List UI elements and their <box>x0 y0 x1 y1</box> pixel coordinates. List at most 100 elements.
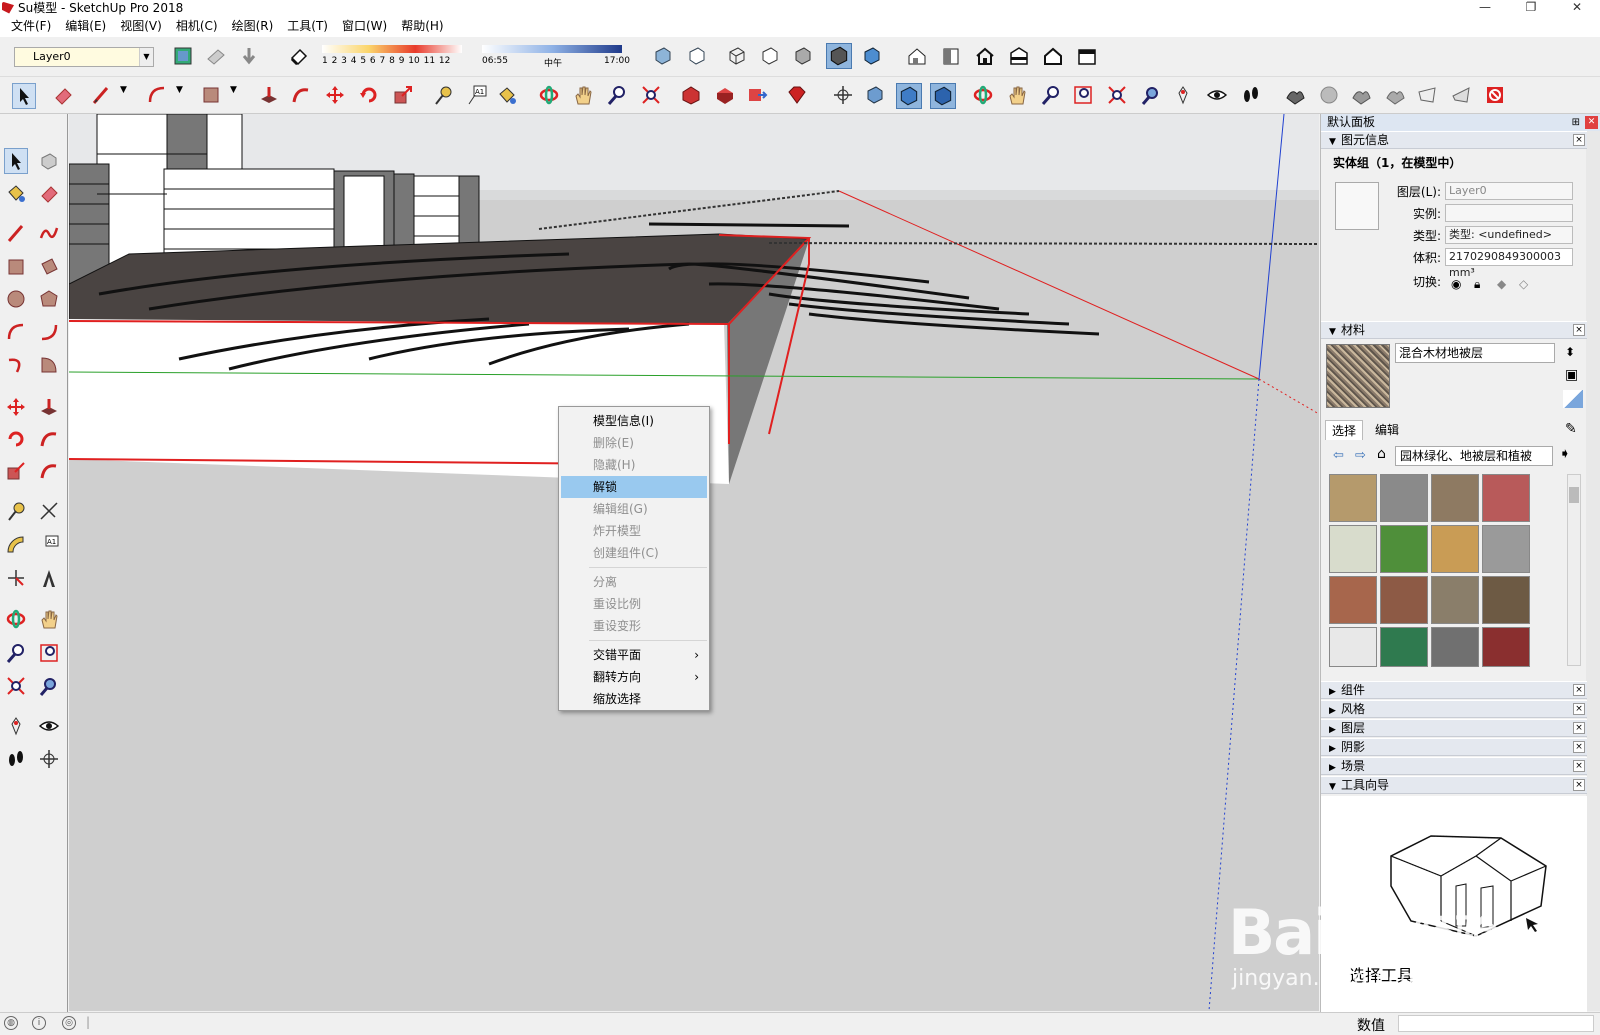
right-view-icon[interactable] <box>1008 45 1030 67</box>
rectangle-tool-icon[interactable] <box>200 84 222 106</box>
orbit-left-icon[interactable] <box>5 608 27 630</box>
move-tool-icon[interactable] <box>324 84 346 106</box>
restore-button[interactable]: ❐ <box>1508 0 1554 15</box>
close-icon[interactable]: ✕ <box>1585 116 1598 129</box>
select-tool-icon[interactable] <box>12 83 36 109</box>
zoom-window-left-icon[interactable] <box>38 642 60 664</box>
chevron-down-icon[interactable]: ▼ <box>139 48 153 66</box>
scale-tool-icon[interactable] <box>392 84 414 106</box>
flip-edge-icon[interactable] <box>1484 84 1506 106</box>
menu-help[interactable]: 帮助(H) <box>394 15 450 37</box>
position-camera-icon[interactable] <box>1172 84 1194 106</box>
close-icon[interactable]: × <box>1573 760 1585 772</box>
material-swatch[interactable] <box>1329 474 1377 522</box>
credits-icon[interactable]: i <box>32 1016 46 1030</box>
walk-footprints-icon[interactable] <box>1240 84 1262 106</box>
material-library-select[interactable]: 园林绿化、地被层和植被 <box>1395 446 1553 466</box>
details-arrow-icon[interactable]: ➧ <box>1559 446 1571 462</box>
scenes-header[interactable]: ▶ 场景 × <box>1321 757 1587 775</box>
orbit-camera-icon[interactable] <box>972 84 994 106</box>
zoom-window-icon[interactable] <box>1072 84 1094 106</box>
zoom-camera-icon[interactable] <box>1040 84 1062 106</box>
hidden-line-style-icon[interactable] <box>759 45 781 67</box>
smoove-icon[interactable] <box>1350 84 1372 106</box>
rotate-tool-icon[interactable] <box>358 84 380 106</box>
shaded-textures-style-icon[interactable] <box>826 43 852 69</box>
tab-edit[interactable]: 编辑 <box>1369 420 1405 440</box>
pan-camera-icon[interactable] <box>1006 84 1028 106</box>
layers-header[interactable]: ▶ 图层 × <box>1321 719 1587 737</box>
back-arrow-icon[interactable]: ⇦ <box>1333 448 1344 463</box>
menu-view[interactable]: 视图(V) <box>113 15 169 37</box>
stamp-icon[interactable] <box>1384 84 1406 106</box>
line-dropdown-icon[interactable]: ▼ <box>120 85 142 107</box>
axes-icon[interactable] <box>832 84 854 106</box>
rotated-rectangle-icon[interactable] <box>38 256 60 278</box>
material-swatch[interactable] <box>1380 474 1428 522</box>
add-detail-icon[interactable] <box>1450 84 1472 106</box>
ctx-explode[interactable]: 炸开模型 <box>561 520 707 542</box>
default-material-icon[interactable] <box>1563 390 1583 408</box>
dashes-icon[interactable] <box>238 45 260 67</box>
ctx-make-component[interactable]: 创建组件(C) <box>561 542 707 564</box>
material-swatch[interactable] <box>1380 627 1428 667</box>
warehouse-icon[interactable] <box>680 84 702 106</box>
push-pull-left-icon[interactable] <box>38 396 60 418</box>
3d-text-icon[interactable] <box>38 567 60 589</box>
material-swatch[interactable] <box>1329 627 1377 667</box>
tray-scrollbar[interactable] <box>1586 131 1600 1011</box>
follow-me-icon[interactable] <box>290 84 312 106</box>
close-icon[interactable]: × <box>1573 684 1585 696</box>
position-camera-left-icon[interactable] <box>5 715 27 737</box>
look-around-left-icon[interactable] <box>38 715 60 737</box>
section-plane-left-icon[interactable] <box>38 748 60 770</box>
protractor-icon[interactable] <box>5 534 27 556</box>
ctx-delete[interactable]: 删除(E) <box>561 432 707 454</box>
previous-view-left-icon[interactable] <box>38 675 60 697</box>
display-section-planes-icon[interactable] <box>896 83 922 109</box>
arc-dropdown-icon[interactable]: ▼ <box>176 85 198 107</box>
material-swatch[interactable] <box>1482 474 1530 522</box>
material-swatch[interactable] <box>1431 474 1479 522</box>
materials-header[interactable]: ▼ 材料 × <box>1321 321 1587 339</box>
tape-measure-left-icon[interactable] <box>5 500 27 522</box>
material-swatch[interactable] <box>1431 525 1479 573</box>
measurements-input[interactable] <box>1398 1015 1594 1032</box>
material-swatch[interactable] <box>1380 525 1428 573</box>
drape-icon[interactable] <box>1416 84 1438 106</box>
display-section-cuts-icon[interactable] <box>930 83 956 109</box>
pin-icon[interactable]: ⊞ <box>1572 114 1580 131</box>
scale-left-icon[interactable] <box>5 460 27 482</box>
circle-tool-icon[interactable] <box>5 288 27 310</box>
follow-me-left-icon[interactable] <box>38 428 60 450</box>
xray-style-icon[interactable] <box>652 45 674 67</box>
forward-arrow-icon[interactable]: ⇨ <box>1355 448 1366 463</box>
eraser-icon[interactable] <box>52 84 74 106</box>
look-around-eye-icon[interactable] <box>1206 84 1228 106</box>
section-plane-icon[interactable] <box>864 84 886 106</box>
zoom-extents-camera-icon[interactable] <box>1106 84 1128 106</box>
freehand-icon[interactable] <box>38 222 60 244</box>
iso-view-icon[interactable] <box>906 45 928 67</box>
minimize-button[interactable]: — <box>1462 0 1508 15</box>
material-swatch[interactable] <box>1431 627 1479 667</box>
close-button[interactable]: ✕ <box>1554 0 1600 15</box>
layer-dropdown[interactable]: Layer0 ▼ <box>14 47 154 67</box>
material-swatch[interactable] <box>1482 576 1530 624</box>
axes-left-icon[interactable] <box>5 567 27 589</box>
zoom-left-icon[interactable] <box>5 642 27 664</box>
shadow-toggle-icon[interactable] <box>288 45 310 67</box>
instructor-header[interactable]: ▼ 工具向导 × <box>1321 776 1587 794</box>
previous-view-icon[interactable] <box>1140 84 1162 106</box>
create-material-icon[interactable]: ▣ <box>1565 367 1578 383</box>
cast-shadows-icon[interactable]: ◇ <box>1519 274 1528 294</box>
text-tool-icon[interactable]: A1 <box>466 84 488 106</box>
material-name-input[interactable]: 混合木材地被层 <box>1395 343 1555 363</box>
shaded-style-icon[interactable] <box>792 45 814 67</box>
display-secondary-icon[interactable]: ⬍ <box>1565 345 1575 359</box>
dimension-tool-icon[interactable] <box>38 500 60 522</box>
arc-tool-icon[interactable] <box>146 84 168 106</box>
orbit-icon[interactable] <box>538 84 560 106</box>
walk-left-icon[interactable] <box>5 748 27 770</box>
sample-paint-icon[interactable]: ✎ <box>1565 421 1577 437</box>
